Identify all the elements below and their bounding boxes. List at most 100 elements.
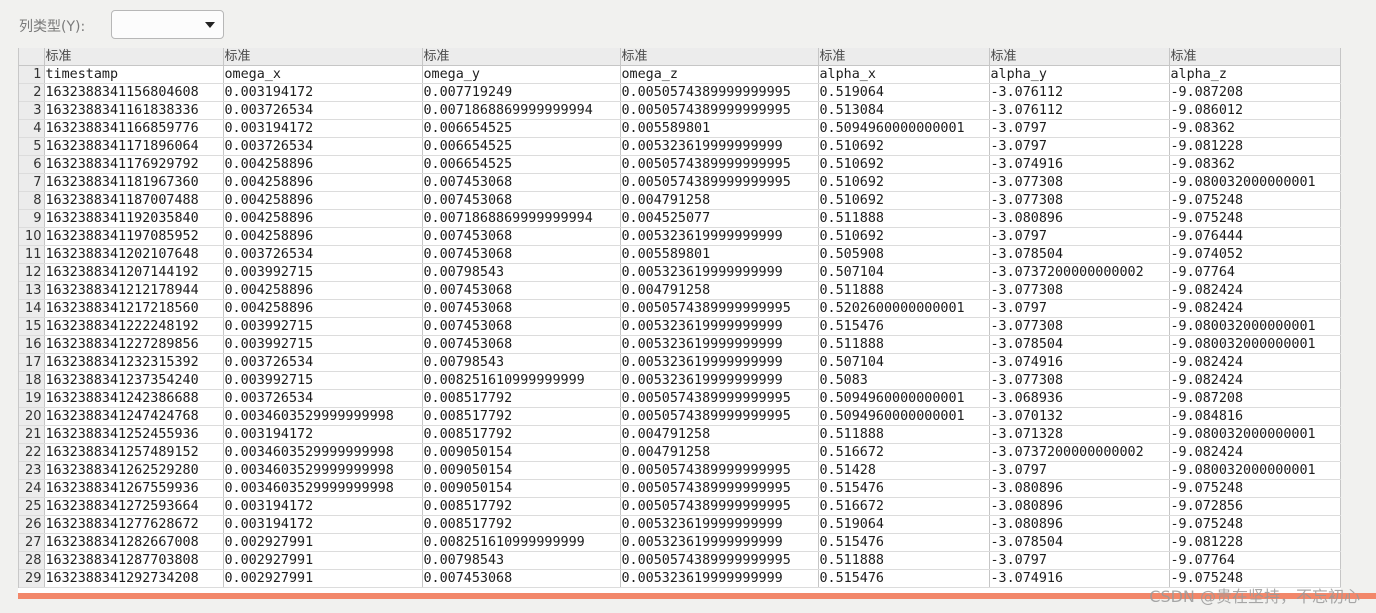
table-cell: 0.004258896 (223, 281, 423, 300)
table-cell: 1632388341247424768 (44, 407, 224, 426)
table-cell: 0.004791258 (620, 443, 819, 462)
table-cell: -9.080032000000001 (1169, 173, 1341, 192)
column-type-header[interactable]: 标准 (1169, 48, 1341, 66)
table-row: 16 1632388341227289856 0.003992715 0.007453… (19, 335, 1341, 354)
table-cell: 0.007453068 (422, 227, 621, 246)
row-number: 27 (19, 533, 45, 552)
table-cell: 0.003992715 (223, 317, 423, 336)
table-cell: 0.006654525 (422, 155, 621, 174)
table-cell: 0.507104 (818, 263, 990, 282)
row-number: 19 (19, 389, 45, 408)
table-cell: 1632388341262529280 (44, 461, 224, 480)
table-cell: -9.075248 (1169, 479, 1341, 498)
table-cell: 0.0034603529999999998 (223, 407, 423, 426)
table-cell: 1632388341227289856 (44, 335, 224, 354)
row-number: 26 (19, 515, 45, 534)
table-cell: -3.076112 (989, 83, 1170, 102)
table-cell: 0.0071868869999999994 (422, 101, 621, 120)
column-type-header[interactable]: 标准 (44, 48, 224, 66)
table-cell: 0.5094960000000001 (818, 389, 990, 408)
table-cell: 0.0050574389999999995 (620, 461, 819, 480)
table-cell: 0.5083 (818, 371, 990, 390)
table-cell: 0.515476 (818, 317, 990, 336)
table-cell: 0.510692 (818, 191, 990, 210)
table-row: 8 1632388341187007488 0.004258896 0.0074530… (19, 191, 1341, 210)
table-cell: omega_y (422, 65, 621, 84)
table-cell: 1632388341161838336 (44, 101, 224, 120)
csv-preview-grid[interactable]: 标准 标准 标准 标准 标准 标准 标准 1 timestamp omega_x omega_y o… (18, 48, 1341, 593)
table-cell: -3.071328 (989, 425, 1170, 444)
table-cell: 0.003726534 (223, 245, 423, 264)
table-cell: -3.077308 (989, 191, 1170, 210)
row-number: 5 (19, 137, 45, 156)
table-cell: 0.009050154 (422, 479, 621, 498)
column-type-header[interactable]: 标准 (989, 48, 1170, 66)
table-cell: 0.005323619999999999 (620, 317, 819, 336)
table-cell: -3.0797 (989, 551, 1170, 570)
table-cell: 1632388341267559936 (44, 479, 224, 498)
table-cell: 0.002927991 (223, 533, 423, 552)
column-type-header[interactable]: 标准 (620, 48, 819, 66)
column-type-header-row: 标准 标准 标准 标准 标准 标准 标准 (19, 48, 1341, 66)
table-cell: -9.07764 (1169, 551, 1341, 570)
table-cell: omega_x (223, 65, 423, 84)
table-cell: -3.0737200000000002 (989, 443, 1170, 462)
table-cell: -9.086012 (1169, 101, 1341, 120)
table-row: 18 1632388341237354240 0.003992715 0.008251… (19, 371, 1341, 390)
table-cell: -9.075248 (1169, 209, 1341, 228)
table-cell: -3.068936 (989, 389, 1170, 408)
row-number: 24 (19, 479, 45, 498)
table-cell: 0.0034603529999999998 (223, 443, 423, 462)
table-cell: 0.003194172 (223, 425, 423, 444)
table-row: 25 1632388341272593664 0.003194172 0.008517… (19, 497, 1341, 516)
table-cell: -9.082424 (1169, 299, 1341, 318)
table-cell: 0.005323619999999999 (620, 533, 819, 552)
table-cell: 0.004791258 (620, 191, 819, 210)
row-number: 11 (19, 245, 45, 264)
table-cell: alpha_x (818, 65, 990, 84)
table-cell: -3.074916 (989, 353, 1170, 372)
table-row: 2 1632388341156804608 0.003194172 0.0077192… (19, 83, 1341, 102)
table-cell: 0.004258896 (223, 173, 423, 192)
table-cell: 0.5094960000000001 (818, 407, 990, 426)
table-cell: -3.070132 (989, 407, 1170, 426)
table-cell: -3.0797 (989, 299, 1170, 318)
table-cell: 0.515476 (818, 479, 990, 498)
table-row: 5 1632388341171896064 0.003726534 0.0066545… (19, 137, 1341, 156)
table-cell: -3.078504 (989, 245, 1170, 264)
table-cell: -9.080032000000001 (1169, 335, 1341, 354)
table-cell: 0.007453068 (422, 317, 621, 336)
row-number: 2 (19, 83, 45, 102)
table-cell: 0.007453068 (422, 281, 621, 300)
table-cell: 0.0050574389999999995 (620, 101, 819, 120)
table-cell: 0.0050574389999999995 (620, 173, 819, 192)
table-cell: 1632388341257489152 (44, 443, 224, 462)
row-number: 18 (19, 371, 45, 390)
table-row: 10 1632388341197085952 0.004258896 0.007453… (19, 227, 1341, 246)
row-number: 14 (19, 299, 45, 318)
table-cell: -3.074916 (989, 155, 1170, 174)
table-cell: 1632388341212178944 (44, 281, 224, 300)
table-cell: 0.515476 (818, 569, 990, 588)
column-type-header[interactable]: 标准 (818, 48, 990, 66)
table-cell: 0.003194172 (223, 497, 423, 516)
table-cell: 1632388341197085952 (44, 227, 224, 246)
column-type-dropdown[interactable] (111, 10, 224, 39)
table-cell: 0.0050574389999999995 (620, 389, 819, 408)
table-cell: 0.00798543 (422, 551, 621, 570)
row-number: 23 (19, 461, 45, 480)
table-cell: 0.003992715 (223, 371, 423, 390)
table-cell: -3.080896 (989, 479, 1170, 498)
table-row: 27 1632388341282667008 0.002927991 0.008251… (19, 533, 1341, 552)
table-cell: -3.076112 (989, 101, 1170, 120)
table-cell: 0.511888 (818, 281, 990, 300)
column-type-header[interactable]: 标准 (422, 48, 621, 66)
table-cell: 0.008251610999999999 (422, 533, 621, 552)
table-cell: 0.008517792 (422, 407, 621, 426)
table-cell: 0.0050574389999999995 (620, 407, 819, 426)
row-number: 3 (19, 101, 45, 120)
column-type-header[interactable]: 标准 (223, 48, 423, 66)
table-cell: 0.003992715 (223, 263, 423, 282)
table-cell: -9.082424 (1169, 443, 1341, 462)
table-cell: 0.008517792 (422, 497, 621, 516)
